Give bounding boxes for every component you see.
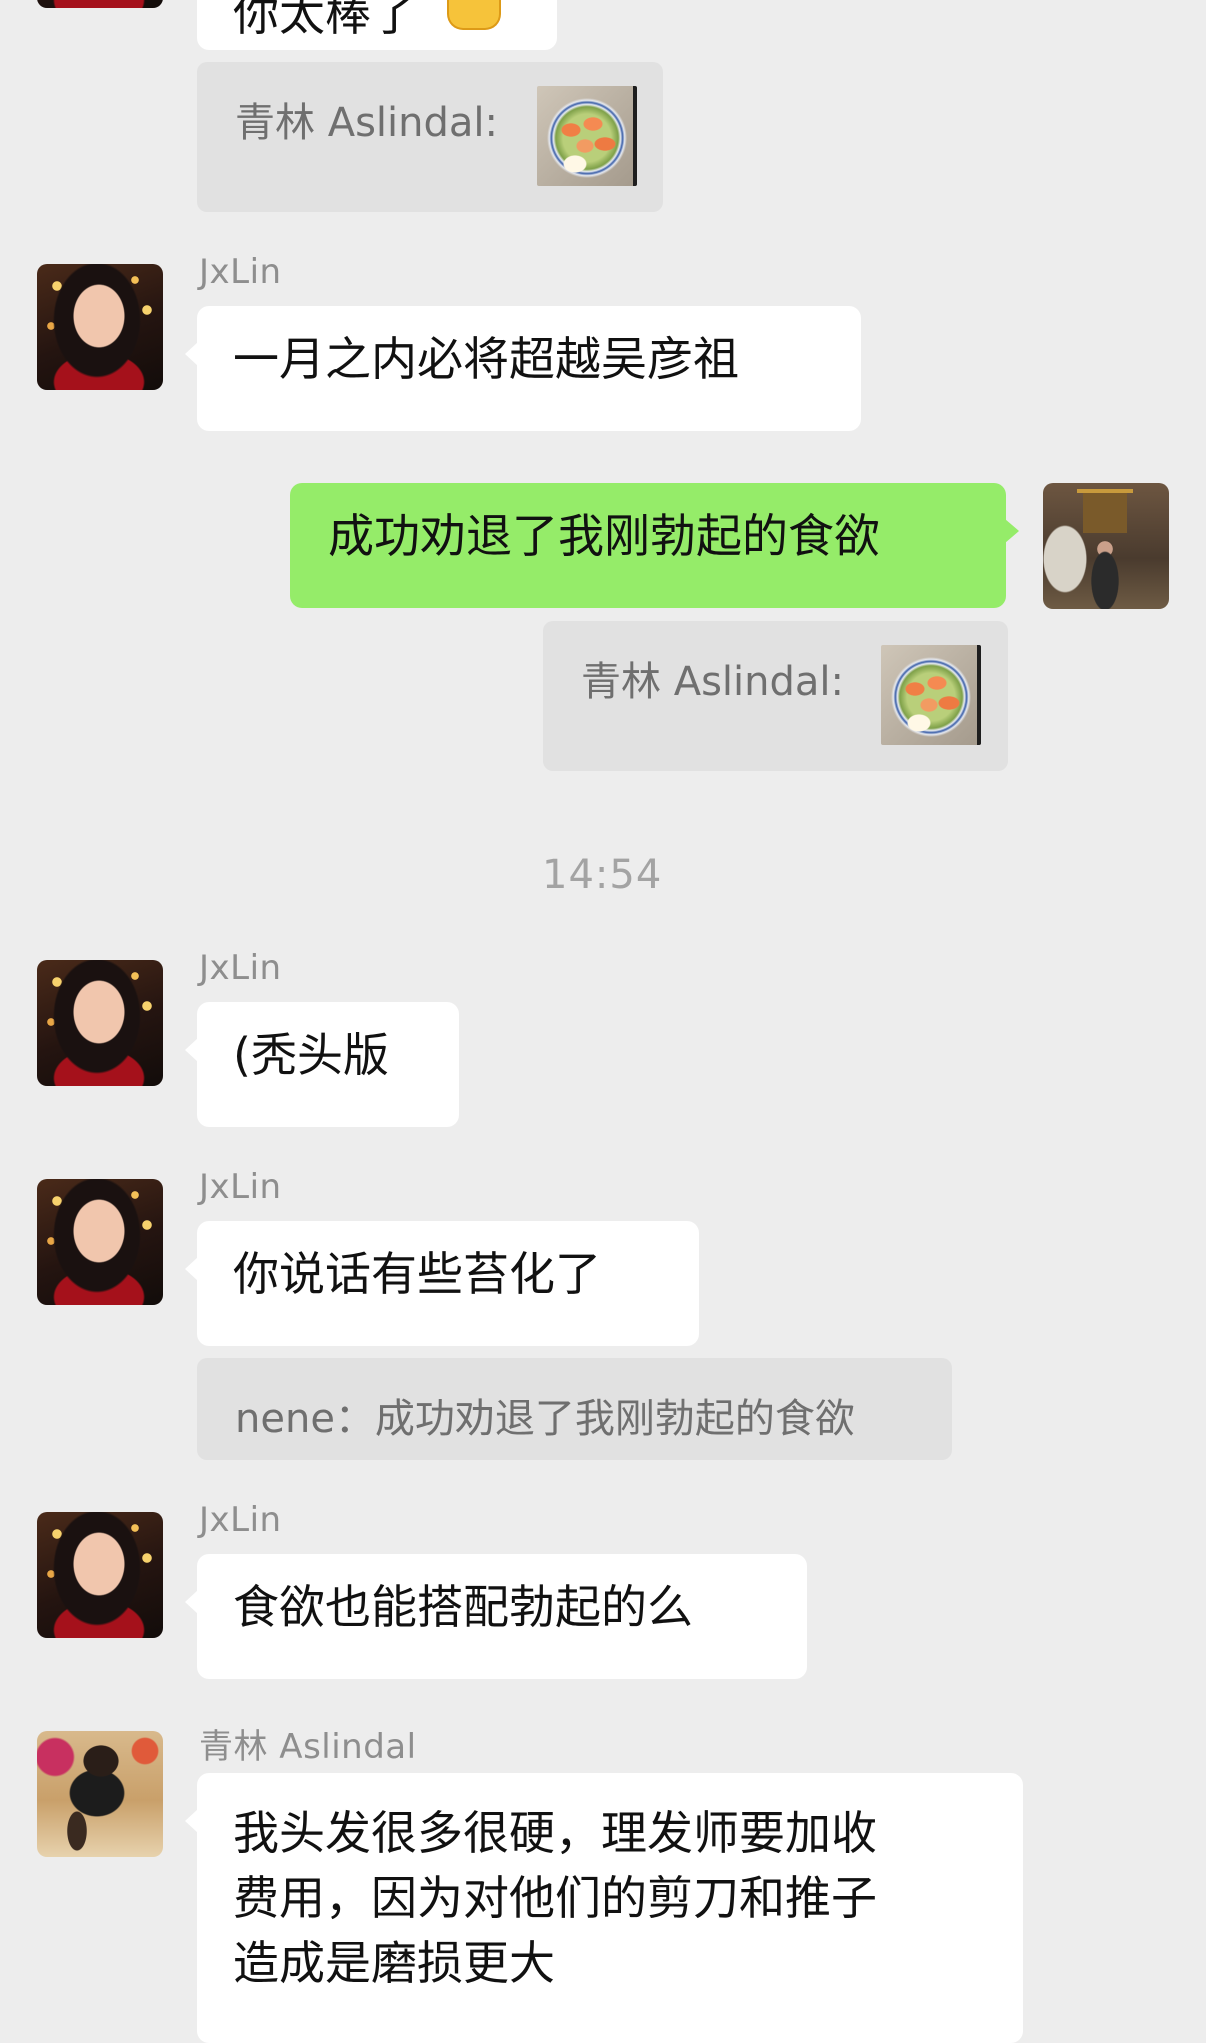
timestamp: 14:54 bbox=[542, 852, 663, 898]
quote-reference[interactable]: 青林 Aslindal: bbox=[197, 62, 663, 212]
message-bubble[interactable]: 一月之内必将超越吴彦祖 bbox=[185, 306, 861, 431]
avatar-me[interactable] bbox=[1043, 483, 1169, 609]
avatar-qinglin[interactable] bbox=[37, 1731, 163, 1857]
food-photo-icon[interactable] bbox=[881, 645, 981, 745]
message-text: (秃头版 bbox=[233, 1028, 389, 1082]
thumbs-up-icon bbox=[447, 0, 501, 30]
message-text-line: 费用，因为对他们的剪刀和推子 bbox=[233, 1871, 877, 1925]
quote-reference[interactable]: 青林 Aslindal: bbox=[543, 621, 1008, 771]
sender-name: JxLin bbox=[199, 948, 282, 988]
sender-name: JxLin bbox=[199, 252, 282, 292]
avatar-jxlin-partial[interactable] bbox=[37, 0, 163, 8]
message-text: 你太棒了 bbox=[233, 0, 417, 41]
message-bubble[interactable]: (秃头版 bbox=[185, 1002, 459, 1127]
message-text: 你说话有些苔化了 bbox=[233, 1247, 601, 1301]
avatar-jxlin[interactable] bbox=[37, 264, 163, 390]
food-photo-icon[interactable] bbox=[537, 86, 637, 186]
avatar-jxlin[interactable] bbox=[37, 960, 163, 1086]
message-bubble[interactable]: 我头发很多很硬，理发师要加收 费用，因为对他们的剪刀和推子 造成是磨损更大 bbox=[185, 1773, 1023, 2043]
sender-name: 青林 Aslindal bbox=[199, 1727, 417, 1767]
quote-sender: 青林 Aslindal: bbox=[581, 659, 844, 705]
message-bubble[interactable]: 你说话有些苔化了 bbox=[185, 1221, 699, 1346]
quote-reference[interactable]: nene：成功劝退了我刚勃起的食欲 bbox=[197, 1358, 952, 1460]
avatar-jxlin[interactable] bbox=[37, 1512, 163, 1638]
message-text-line: 我头发很多很硬，理发师要加收 bbox=[233, 1806, 877, 1860]
quote-text: nene：成功劝退了我刚勃起的食欲 bbox=[235, 1396, 855, 1442]
my-message-bubble[interactable]: 成功劝退了我刚勃起的食欲 bbox=[290, 483, 1019, 608]
message-bubble[interactable]: 食欲也能搭配勃起的么 bbox=[185, 1554, 807, 1679]
message-text: 一月之内必将超越吴彦祖 bbox=[233, 332, 739, 386]
message-text: 成功劝退了我刚勃起的食欲 bbox=[328, 509, 880, 563]
message-bubble[interactable]: 你太棒了 bbox=[197, 0, 557, 50]
quote-sender: 青林 Aslindal: bbox=[235, 100, 498, 146]
message-text: 食欲也能搭配勃起的么 bbox=[233, 1580, 693, 1634]
avatar-jxlin[interactable] bbox=[37, 1179, 163, 1305]
sender-name: JxLin bbox=[199, 1500, 282, 1540]
sender-name: JxLin bbox=[199, 1167, 282, 1207]
message-text-line: 造成是磨损更大 bbox=[233, 1936, 555, 1990]
